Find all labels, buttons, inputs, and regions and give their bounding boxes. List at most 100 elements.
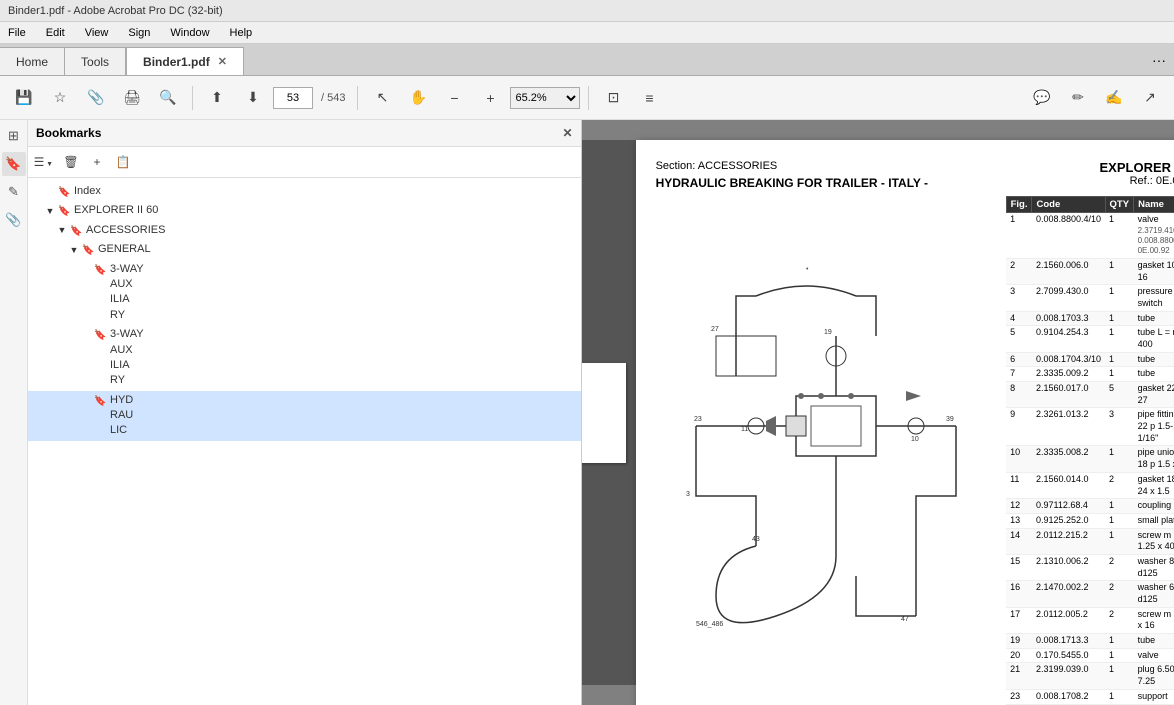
hand-tool[interactable]: ✋ — [402, 82, 434, 114]
attach-button[interactable]: 📎 — [80, 82, 112, 114]
bookmarks-delete-button[interactable]: 🗑 — [60, 151, 82, 173]
cell-fig: 10 — [1006, 446, 1032, 472]
svg-text:19: 19 — [824, 329, 832, 336]
table-row: 172.0112.005.22screw m 6 p.1 x 16 — [1006, 607, 1174, 633]
cell-code: 0.9104.254.3 — [1032, 326, 1105, 352]
tab-home-label: Home — [16, 55, 48, 69]
expand-icon[interactable] — [44, 186, 56, 198]
bookmarks-close-button[interactable]: ✕ — [562, 126, 572, 140]
save-button[interactable]: 💾 — [8, 82, 40, 114]
cell-fig: 3 — [1006, 285, 1032, 311]
tab-tools[interactable]: Tools — [65, 47, 126, 75]
bookmarks-tree: 🔖 Index ▼ 🔖 EXPLORER II 60 ▼ 🔖 ACCESSORI… — [28, 178, 581, 705]
col-fig: Fig. — [1006, 197, 1032, 213]
page-thumbnail-strip — [582, 140, 636, 685]
print-button[interactable]: 🖨 — [116, 82, 148, 114]
comment-button[interactable]: 💬 — [1026, 82, 1058, 114]
menu-window[interactable]: Window — [166, 25, 213, 41]
expand-icon[interactable] — [80, 329, 92, 341]
bookmark-index[interactable]: 🔖 Index — [28, 182, 581, 201]
bookmark-label: 3-WAYAUXILIARY — [110, 327, 577, 389]
hydraulic-diagram: 23 39 19 11 10 27 43 47 — [656, 196, 996, 656]
menu-file[interactable]: File — [4, 25, 30, 41]
bookmark-hydraulic[interactable]: 🔖 HYDRAULIC — [28, 391, 581, 441]
next-page-button[interactable]: ⬇ — [237, 82, 269, 114]
cell-fig: 23 — [1006, 689, 1032, 704]
cell-qty: 1 — [1105, 326, 1134, 352]
expand-icon[interactable] — [80, 264, 92, 276]
prev-page-button[interactable]: ⬆ — [201, 82, 233, 114]
tab-file[interactable]: Binder1.pdf ✕ — [126, 47, 244, 75]
menu-edit[interactable]: Edit — [42, 25, 69, 41]
svg-text:43: 43 — [752, 536, 760, 543]
cell-name: screw m 8 p 1.25 x 40 — [1134, 528, 1174, 554]
cell-name: support — [1134, 689, 1174, 704]
bookmark-button[interactable]: ☆ — [44, 82, 76, 114]
expand-icon[interactable]: ▼ — [44, 205, 56, 217]
zoom-select[interactable]: 65.2% 50% 75% 100% — [510, 87, 580, 109]
find-button[interactable]: 🔍 — [152, 82, 184, 114]
svg-text:27: 27 — [711, 326, 719, 333]
bookmarks-add-button[interactable]: + — [86, 151, 108, 173]
table-row: 130.9125.252.01small plate — [1006, 513, 1174, 528]
pdf-content: 23 39 19 11 10 27 43 47 — [656, 196, 1174, 705]
table-row: 190.008.1713.31tube — [1006, 634, 1174, 649]
menu-help[interactable]: Help — [226, 25, 257, 41]
title-bar: Binder1.pdf - Adobe Acrobat Pro DC (32-b… — [0, 0, 1174, 22]
svg-text:47: 47 — [901, 616, 909, 623]
bookmarks-toolbar: ☰ 🗑 + 📋 — [28, 147, 581, 178]
menu-view[interactable]: View — [81, 25, 113, 41]
bookmark-explorer[interactable]: ▼ 🔖 EXPLORER II 60 — [28, 201, 581, 220]
expand-icon[interactable] — [80, 395, 92, 407]
table-row: 200.170.5455.01valve — [1006, 648, 1174, 663]
tab-more-button[interactable]: ··· — [1144, 48, 1174, 72]
parts-table: Fig. Code QTY Name 10.008.8800.4/101valv… — [1006, 196, 1174, 705]
bookmark-label: EXPLORER II 60 — [74, 203, 577, 218]
sidebar-attachments-icon[interactable]: 📎 — [2, 208, 26, 232]
sidebar-signatures-icon[interactable]: ✎ — [2, 180, 26, 204]
cell-code: 0.008.1708.2 — [1032, 689, 1105, 704]
zoom-in-button[interactable]: + — [474, 82, 506, 114]
tab-bar: Home Tools Binder1.pdf ✕ ··· — [0, 44, 1174, 76]
table-row: 92.3261.013.23pipe fitting m 22 p 1.5-1 … — [1006, 408, 1174, 446]
expand-icon[interactable]: ▼ — [56, 225, 68, 237]
cell-qty: 3 — [1105, 408, 1134, 446]
zoom-out-button[interactable]: − — [438, 82, 470, 114]
stamp-button[interactable]: ✍ — [1098, 82, 1130, 114]
bookmark-icon: 🔖 — [82, 244, 94, 256]
table-row: 230.008.1708.21support — [1006, 689, 1174, 704]
cell-fig: 9 — [1006, 408, 1032, 446]
pdf-ref: Ref.: 0E.00.91 — [1100, 175, 1174, 187]
cell-name: tube — [1134, 352, 1174, 367]
tab-home[interactable]: Home — [0, 47, 65, 75]
cell-qty: 1 — [1105, 352, 1134, 367]
bookmark-3way-1[interactable]: 🔖 3-WAYAUXILIARY — [28, 260, 581, 326]
bookmark-icon: 🔖 — [58, 186, 70, 198]
sidebar-bookmarks-icon[interactable]: 🔖 — [2, 152, 26, 176]
svg-text:11: 11 — [741, 426, 748, 433]
sidebar-pages-icon[interactable]: ⊞ — [2, 124, 26, 148]
cell-code: 2.1310.006.2 — [1032, 554, 1105, 580]
cell-code: 0.008.1704.3/10 — [1032, 352, 1105, 367]
cell-qty: 1 — [1105, 213, 1134, 259]
cell-qty: 1 — [1105, 499, 1134, 514]
share-button[interactable]: ↗ — [1134, 82, 1166, 114]
bookmark-3way-2[interactable]: 🔖 3-WAYAUXILIARY — [28, 325, 581, 391]
cell-name: valve 2.3719.410.0/10 0.008.8800.4/10 0E… — [1134, 213, 1174, 259]
fit-page-button[interactable]: ⊡ — [597, 82, 629, 114]
bookmarks-properties-button[interactable]: 📋 — [112, 151, 134, 173]
col-code: Code — [1032, 197, 1105, 213]
expand-icon[interactable]: ▼ — [68, 244, 80, 256]
title-bar-text: Binder1.pdf - Adobe Acrobat Pro DC (32-b… — [8, 5, 223, 17]
tab-close-button[interactable]: ✕ — [218, 55, 227, 68]
menu-sign[interactable]: Sign — [124, 25, 154, 41]
bookmark-general[interactable]: ▼ 🔖 GENERAL — [28, 240, 581, 259]
table-row: 32.7099.430.01pressure switch — [1006, 285, 1174, 311]
draw-button[interactable]: ✏ — [1062, 82, 1094, 114]
scroll-mode-button[interactable]: ≡ — [633, 82, 665, 114]
page-number-input[interactable] — [273, 87, 313, 109]
bookmark-accessories[interactable]: ▼ 🔖 ACCESSORIES — [28, 221, 581, 240]
pointer-tool[interactable]: ↖ — [366, 82, 398, 114]
cell-qty: 2 — [1105, 607, 1134, 633]
bookmarks-menu-button[interactable]: ☰ — [34, 151, 56, 173]
